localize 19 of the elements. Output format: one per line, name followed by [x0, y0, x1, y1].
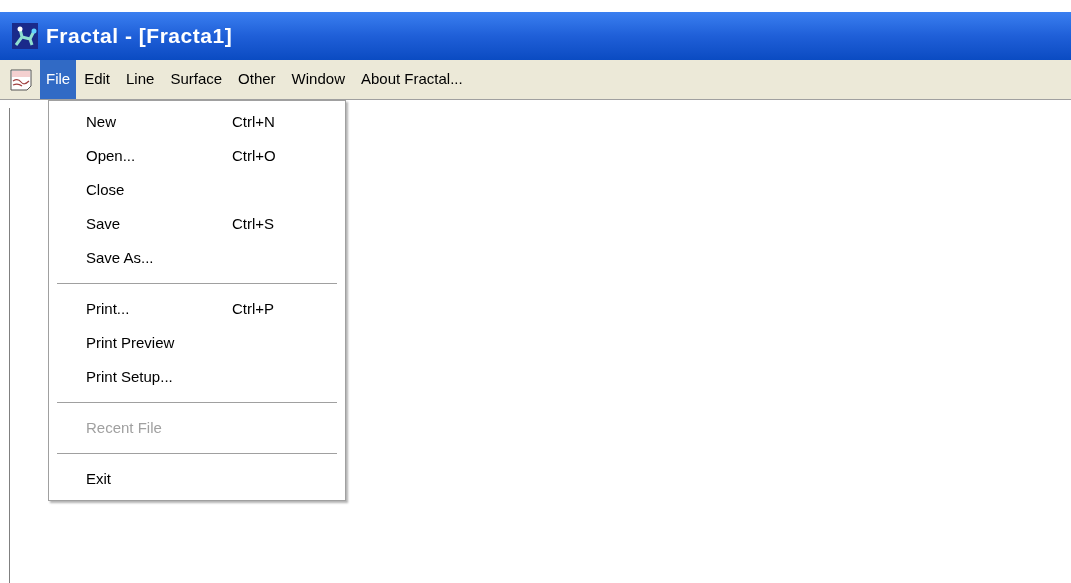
menu-bar-item[interactable]: Window: [283, 60, 353, 99]
menu-item[interactable]: Print Preview: [49, 326, 345, 360]
window-title: Fractal - [Fracta1]: [46, 23, 233, 50]
menu-bar-item[interactable]: Line: [118, 60, 163, 99]
menu-item[interactable]: Print... Ctrl+P: [49, 292, 345, 326]
menu-bar-item[interactable]: About Fractal...: [352, 60, 471, 99]
fractal-app-icon: [12, 23, 38, 49]
menu-item[interactable]: Save As...: [49, 241, 345, 275]
menu-item[interactable]: Save Ctrl+S: [49, 207, 345, 241]
menu-item[interactable]: Print Setup...: [49, 360, 345, 394]
menu-bar-item[interactable]: File: [40, 60, 77, 99]
menu-bar-item[interactable]: Edit: [76, 60, 119, 99]
menu-item[interactable]: Close: [49, 173, 345, 207]
menu-item[interactable]: Open... Ctrl+O: [49, 139, 345, 173]
document-icon[interactable]: [10, 68, 32, 91]
menu-bar-item[interactable]: Other: [230, 60, 284, 99]
menu-item[interactable]: New Ctrl+N: [49, 105, 345, 139]
menu-item[interactable]: Exit: [49, 462, 345, 496]
menu-bar-item[interactable]: Surface: [162, 60, 231, 99]
